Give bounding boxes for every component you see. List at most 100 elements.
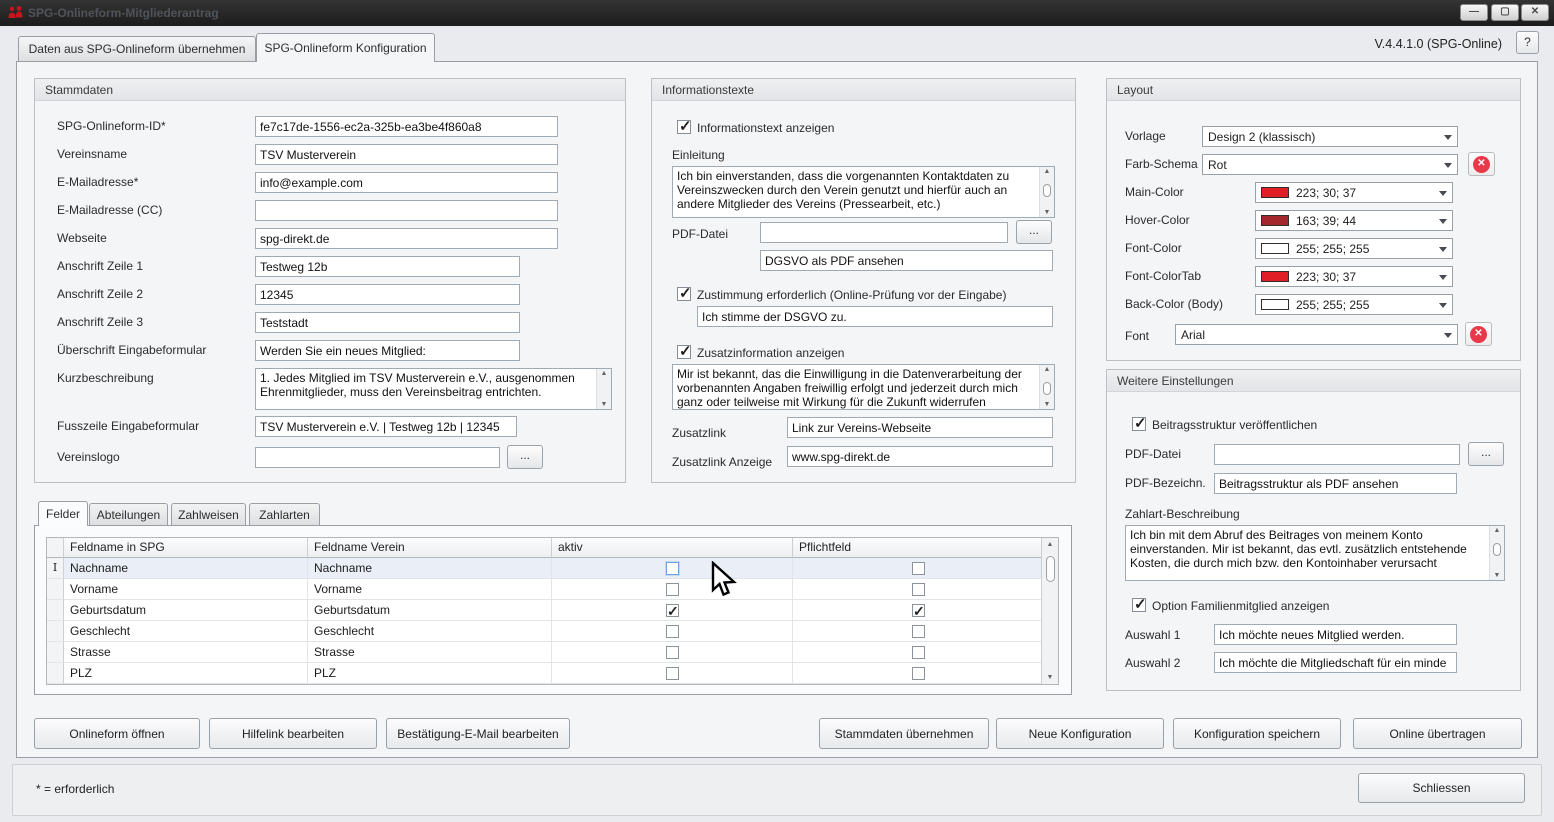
- col-pflichtfeld[interactable]: Pflichtfeld: [793, 538, 1043, 558]
- col-aktiv[interactable]: aktiv: [552, 538, 793, 558]
- ueberschrift-input[interactable]: [255, 340, 520, 361]
- pflichtfeld-checkbox[interactable]: [912, 625, 925, 638]
- table-row[interactable]: Vorname Vorname: [47, 579, 1043, 600]
- bestaetigung-email-button[interactable]: Bestätigung-E-Mail bearbeiten: [386, 718, 570, 749]
- scroll-down-icon[interactable]: ▼: [1042, 674, 1058, 681]
- pflichtfeld-checkbox[interactable]: [912, 604, 925, 617]
- zahlart-beschreibung-textarea[interactable]: Ich bin mit dem Abruf des Beitrages von …: [1125, 525, 1505, 581]
- hover-color-select[interactable]: 163; 39; 44: [1255, 210, 1453, 231]
- farbschema-select[interactable]: Rot: [1202, 154, 1458, 175]
- table-row[interactable]: Geburtsdatum Geburtsdatum: [47, 600, 1043, 621]
- back-color-select[interactable]: 255; 255; 255: [1255, 294, 1453, 315]
- einleitung-textarea[interactable]: Ich bin einverstanden, dass die vorgenan…: [672, 166, 1055, 218]
- aktiv-checkbox[interactable]: [666, 562, 679, 575]
- table-row[interactable]: Geschlecht Geschlecht: [47, 621, 1043, 642]
- zahlart-scrollbar[interactable]: ▲ ▼: [1489, 526, 1504, 580]
- aktiv-checkbox[interactable]: [666, 604, 679, 617]
- konfiguration-speichern-button[interactable]: Konfiguration speichern: [1173, 718, 1341, 749]
- webseite-input[interactable]: [255, 228, 558, 249]
- col-feldname-spg[interactable]: Feldname in SPG: [64, 538, 308, 558]
- scrollbar-thumb[interactable]: [1043, 382, 1051, 395]
- tab-abteilungen[interactable]: Abteilungen: [89, 503, 168, 526]
- onlineform-oeffnen-button[interactable]: Onlineform öffnen: [34, 718, 200, 749]
- vereinslogo-input[interactable]: [255, 447, 500, 468]
- kurzbeschreibung-textarea[interactable]: 1. Jedes Mitglied im TSV Musterverein e.…: [255, 368, 612, 410]
- table-row[interactable]: I Nachname Nachname: [47, 558, 1043, 579]
- auswahl2-input[interactable]: [1214, 652, 1457, 673]
- tab-daten-uebernehmen[interactable]: Daten aus SPG-Onlineform übernehmen: [18, 36, 256, 62]
- info-pdf-datei-input[interactable]: [760, 222, 1008, 243]
- anschrift1-input[interactable]: [255, 256, 520, 277]
- pdf-bezeichn-input[interactable]: [1214, 473, 1457, 494]
- farbschema-delete-button[interactable]: ✕: [1468, 152, 1495, 176]
- email-cc-input[interactable]: [255, 200, 558, 221]
- onlineform-id-input[interactable]: [255, 116, 558, 137]
- zusatzlink-anzeige-input[interactable]: [787, 446, 1053, 467]
- stammdaten-uebernehmen-button[interactable]: Stammdaten übernehmen: [819, 718, 989, 749]
- font-color-select[interactable]: 255; 255; 255: [1255, 238, 1453, 259]
- informationstext-anzeigen-checkbox[interactable]: [677, 120, 691, 134]
- scroll-up-icon[interactable]: ▲: [1040, 168, 1054, 175]
- pflichtfeld-checkbox[interactable]: [912, 562, 925, 575]
- table-row[interactable]: Strasse Strasse: [47, 642, 1043, 663]
- fusszeile-input[interactable]: [255, 416, 517, 437]
- info-pdf-name-input[interactable]: [760, 250, 1053, 271]
- aktiv-checkbox[interactable]: [666, 583, 679, 596]
- scroll-up-icon[interactable]: ▲: [597, 370, 611, 377]
- tab-zahlweisen[interactable]: Zahlweisen: [171, 503, 246, 526]
- zusatzinformation-textarea[interactable]: Mir ist bekannt, das die Einwilligung in…: [672, 364, 1055, 410]
- vorlage-select[interactable]: Design 2 (klassisch): [1202, 126, 1458, 147]
- scrollbar-thumb[interactable]: [1046, 556, 1055, 582]
- minimize-icon[interactable]: —: [1460, 4, 1488, 21]
- scroll-down-icon[interactable]: ▼: [1040, 209, 1054, 216]
- help-button[interactable]: ?: [1516, 31, 1539, 54]
- col-feldname-verein[interactable]: Feldname Verein: [308, 538, 552, 558]
- online-uebertragen-button[interactable]: Online übertragen: [1353, 718, 1522, 749]
- scrollbar-thumb[interactable]: [1493, 543, 1501, 556]
- close-icon[interactable]: ✕: [1521, 4, 1549, 21]
- zustimmung-text-input[interactable]: [697, 306, 1053, 327]
- email-input[interactable]: [255, 172, 558, 193]
- aktiv-checkbox[interactable]: [666, 646, 679, 659]
- scroll-up-icon[interactable]: ▲: [1042, 541, 1058, 548]
- scroll-down-icon[interactable]: ▼: [1490, 572, 1504, 579]
- scroll-down-icon[interactable]: ▼: [1040, 401, 1054, 408]
- scrollbar-thumb[interactable]: [1043, 184, 1051, 197]
- zusatzinformation-checkbox[interactable]: [677, 345, 691, 359]
- tab-zahlarten[interactable]: Zahlarten: [249, 503, 320, 526]
- pflichtfeld-checkbox[interactable]: [912, 667, 925, 680]
- scroll-down-icon[interactable]: ▼: [597, 401, 611, 408]
- tab-felder[interactable]: Felder: [38, 501, 88, 526]
- kurzbeschreibung-scrollbar[interactable]: ▲ ▼: [596, 369, 611, 409]
- weitere-pdf-input[interactable]: [1214, 444, 1460, 465]
- anschrift2-input[interactable]: [255, 284, 520, 305]
- main-color-select[interactable]: 223; 30; 37: [1255, 182, 1453, 203]
- scroll-up-icon[interactable]: ▲: [1040, 366, 1054, 373]
- info-pdf-browse-button[interactable]: ...: [1016, 220, 1052, 244]
- hilfelink-bearbeiten-button[interactable]: Hilfelink bearbeiten: [209, 718, 377, 749]
- table-row[interactable]: PLZ PLZ: [47, 663, 1043, 684]
- pflichtfeld-checkbox[interactable]: [912, 583, 925, 596]
- einleitung-scrollbar[interactable]: ▲ ▼: [1039, 167, 1054, 217]
- table-scrollbar[interactable]: ▲ ▼: [1041, 538, 1058, 684]
- aktiv-checkbox[interactable]: [666, 625, 679, 638]
- auswahl1-input[interactable]: [1214, 624, 1457, 645]
- familienmitglied-checkbox[interactable]: [1132, 598, 1146, 612]
- font-delete-button[interactable]: ✕: [1465, 322, 1492, 346]
- scroll-up-icon[interactable]: ▲: [1490, 527, 1504, 534]
- neue-konfiguration-button[interactable]: Neue Konfiguration: [996, 718, 1164, 749]
- font-colortab-select[interactable]: 223; 30; 37: [1255, 266, 1453, 287]
- zustimmung-checkbox[interactable]: [677, 287, 691, 301]
- vereinslogo-browse-button[interactable]: ...: [507, 445, 543, 469]
- anschrift3-input[interactable]: [255, 312, 520, 333]
- tab-konfiguration[interactable]: SPG-Onlineform Konfiguration: [256, 33, 435, 62]
- aktiv-checkbox[interactable]: [666, 667, 679, 680]
- font-select[interactable]: Arial: [1175, 324, 1458, 345]
- beitragsstruktur-checkbox[interactable]: [1132, 417, 1146, 431]
- zusatzlink-input[interactable]: [787, 417, 1053, 438]
- weitere-pdf-browse-button[interactable]: ...: [1468, 442, 1504, 466]
- zusatzinformation-scrollbar[interactable]: ▲ ▼: [1039, 365, 1054, 409]
- schliessen-button[interactable]: Schliessen: [1358, 773, 1525, 803]
- pflichtfeld-checkbox[interactable]: [912, 646, 925, 659]
- maximize-icon[interactable]: ▢: [1491, 4, 1519, 21]
